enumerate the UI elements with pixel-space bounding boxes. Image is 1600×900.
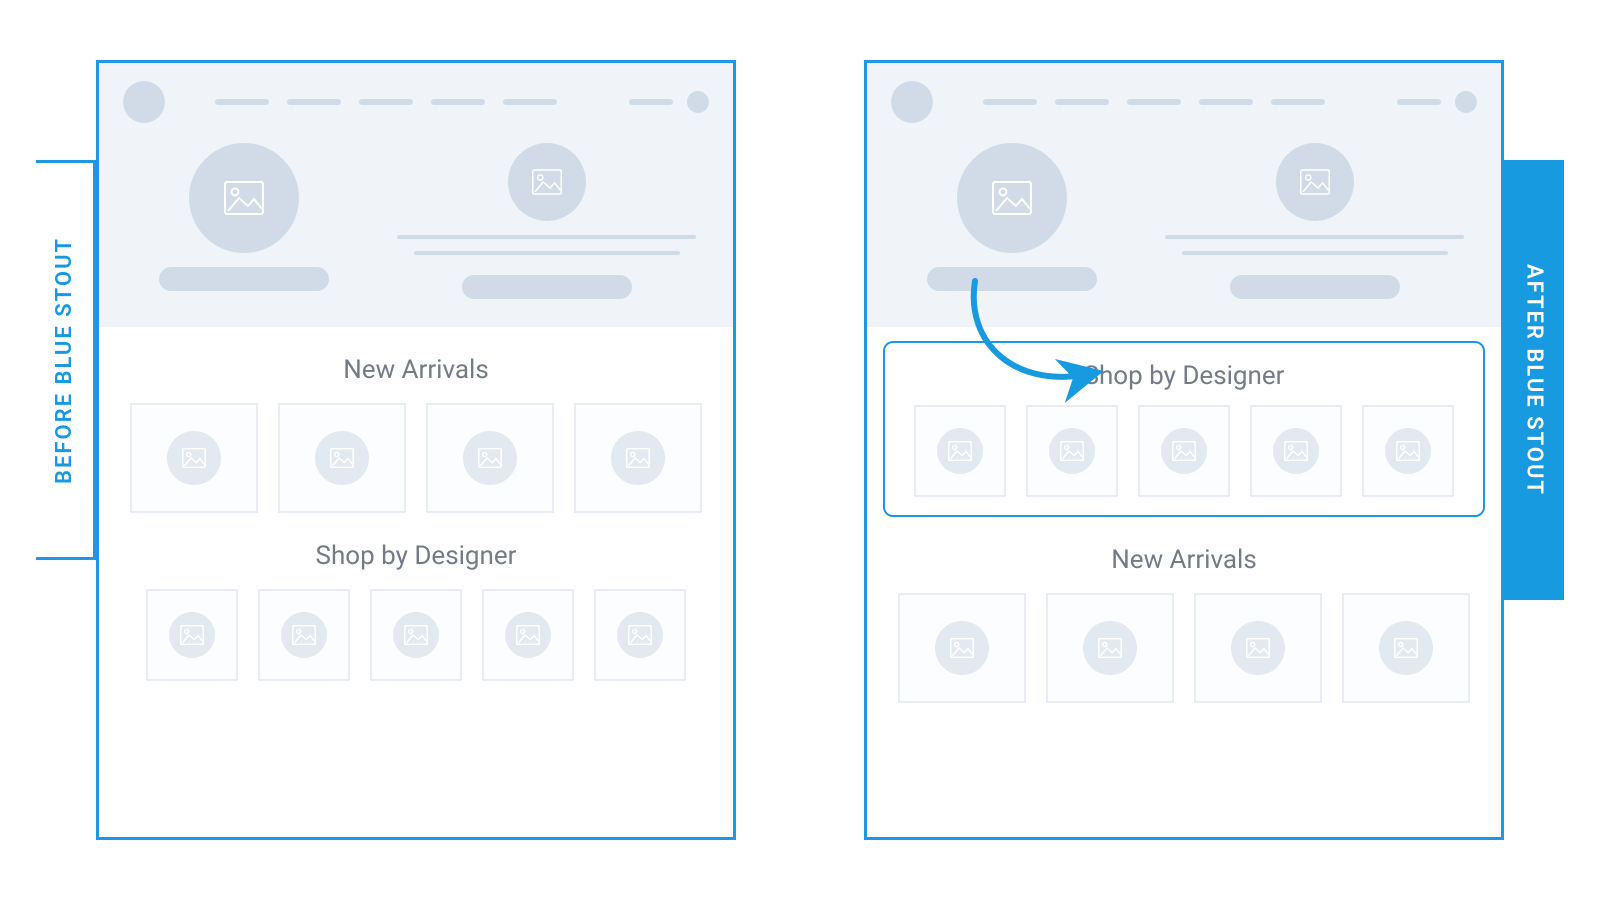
thumbnail-placeholder xyxy=(167,431,221,485)
image-icon xyxy=(180,625,204,645)
product-tile xyxy=(130,403,258,513)
image-icon xyxy=(404,625,428,645)
shop-by-designer-grid xyxy=(885,405,1483,497)
section-heading-shop-by-designer: Shop by Designer xyxy=(885,361,1483,391)
image-icon xyxy=(948,441,972,461)
product-tile xyxy=(258,589,350,681)
product-tile xyxy=(1342,593,1470,703)
image-icon xyxy=(224,181,264,215)
product-tile xyxy=(370,589,462,681)
section-heading-new-arrivals: New Arrivals xyxy=(99,355,733,385)
section-heading-new-arrivals: New Arrivals xyxy=(867,545,1501,575)
image-icon xyxy=(292,625,316,645)
thumbnail-placeholder xyxy=(935,621,989,675)
after-tab: AFTER BLUE STOUT xyxy=(1504,160,1564,600)
text-lines xyxy=(1148,235,1481,255)
hero-right xyxy=(1148,143,1481,299)
product-tile xyxy=(482,589,574,681)
hero-avatar-small xyxy=(1276,143,1354,221)
image-icon xyxy=(532,169,562,195)
product-tile xyxy=(1046,593,1174,703)
header-right-placeholder xyxy=(1397,91,1477,113)
wireframe-header xyxy=(867,63,1501,137)
product-tile xyxy=(146,589,238,681)
new-arrivals-grid xyxy=(867,593,1501,703)
hero-avatar-small xyxy=(508,143,586,221)
product-tile xyxy=(1026,405,1118,497)
image-icon xyxy=(1394,638,1418,658)
after-panel: Shop by Designer New Arrivals xyxy=(864,60,1504,840)
thumbnail-placeholder xyxy=(315,431,369,485)
nav-placeholder xyxy=(215,99,599,105)
thumbnail-placeholder xyxy=(505,612,551,658)
hero-avatar xyxy=(189,143,299,253)
image-icon xyxy=(516,625,540,645)
thumbnail-placeholder xyxy=(611,431,665,485)
product-tile xyxy=(914,405,1006,497)
product-tile xyxy=(898,593,1026,703)
cta-placeholder xyxy=(927,267,1097,291)
thumbnail-placeholder xyxy=(393,612,439,658)
image-icon xyxy=(330,448,354,468)
new-arrivals-grid xyxy=(99,403,733,513)
hero-right xyxy=(380,143,713,299)
hero-wireframe xyxy=(867,137,1501,327)
thumbnail-placeholder xyxy=(1385,428,1431,474)
hero-left xyxy=(119,143,368,299)
shop-by-designer-grid xyxy=(99,589,733,681)
image-icon xyxy=(992,181,1032,215)
product-tile xyxy=(1194,593,1322,703)
logo-placeholder xyxy=(891,81,933,123)
thumbnail-placeholder xyxy=(1379,621,1433,675)
product-tile xyxy=(426,403,554,513)
hero-avatar xyxy=(957,143,1067,253)
cta-placeholder xyxy=(1230,275,1400,299)
image-icon xyxy=(1396,441,1420,461)
product-tile xyxy=(1250,405,1342,497)
nav-placeholder xyxy=(983,99,1367,105)
image-icon xyxy=(1172,441,1196,461)
header-right-placeholder xyxy=(629,91,709,113)
product-tile xyxy=(1362,405,1454,497)
hero-wireframe xyxy=(99,137,733,327)
cta-placeholder xyxy=(159,267,329,291)
thumbnail-placeholder xyxy=(1273,428,1319,474)
before-panel: New Arrivals Shop by Designer xyxy=(96,60,736,840)
image-icon xyxy=(478,448,502,468)
image-icon xyxy=(626,448,650,468)
before-tab: BEFORE BLUE STOUT xyxy=(36,160,96,560)
thumbnail-placeholder xyxy=(1049,428,1095,474)
section-heading-shop-by-designer: Shop by Designer xyxy=(99,541,733,571)
image-icon xyxy=(1284,441,1308,461)
thumbnail-placeholder xyxy=(463,431,517,485)
product-tile xyxy=(594,589,686,681)
thumbnail-placeholder xyxy=(1161,428,1207,474)
image-icon xyxy=(1060,441,1084,461)
thumbnail-placeholder xyxy=(169,612,215,658)
text-lines xyxy=(380,235,713,255)
product-tile xyxy=(278,403,406,513)
image-icon xyxy=(1300,169,1330,195)
thumbnail-placeholder xyxy=(281,612,327,658)
product-tile xyxy=(1138,405,1230,497)
thumbnail-placeholder xyxy=(1231,621,1285,675)
product-tile xyxy=(574,403,702,513)
highlighted-section: Shop by Designer xyxy=(883,341,1485,517)
cta-placeholder xyxy=(462,275,632,299)
before-tab-label: BEFORE BLUE STOUT xyxy=(52,236,77,483)
after-tab-label: AFTER BLUE STOUT xyxy=(1522,264,1547,496)
thumbnail-placeholder xyxy=(937,428,983,474)
thumbnail-placeholder xyxy=(1083,621,1137,675)
thumbnail-placeholder xyxy=(617,612,663,658)
image-icon xyxy=(950,638,974,658)
image-icon xyxy=(1246,638,1270,658)
image-icon xyxy=(628,625,652,645)
image-icon xyxy=(1098,638,1122,658)
logo-placeholder xyxy=(123,81,165,123)
image-icon xyxy=(182,448,206,468)
wireframe-header xyxy=(99,63,733,137)
hero-left xyxy=(887,143,1136,299)
